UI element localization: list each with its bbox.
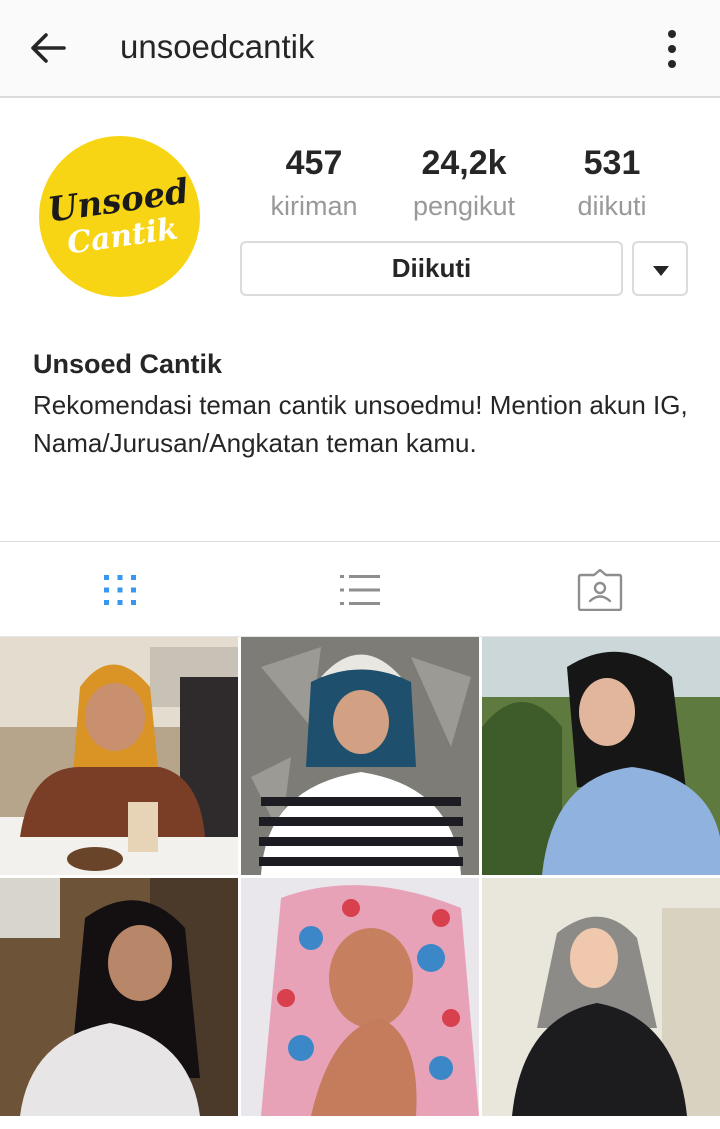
followers-count-value: 24,2k — [421, 144, 507, 182]
post-thumbnail[interactable] — [482, 637, 720, 875]
list-icon — [340, 574, 380, 605]
posts-count-label: kiriman — [270, 191, 358, 221]
tab-grid[interactable] — [0, 542, 240, 637]
followers-count-label: pengikut — [412, 191, 516, 221]
posts-count[interactable]: 457 kiriman — [239, 143, 389, 223]
post-photo-6 — [482, 878, 720, 1116]
post-photo-1 — [0, 637, 238, 875]
post-thumbnail[interactable] — [241, 878, 479, 1116]
avatar[interactable]: Unsoed Cantik — [39, 136, 200, 297]
avatar-logo: Unsoed Cantik — [39, 136, 200, 297]
tagged-person-icon — [577, 568, 623, 611]
more-options-button[interactable] — [650, 26, 694, 72]
following-count-label: diikuti — [577, 191, 647, 221]
post-thumbnail[interactable] — [241, 637, 479, 875]
posts-grid — [0, 637, 720, 1129]
suggestions-dropdown-button[interactable] — [632, 241, 688, 296]
caret-down-icon — [653, 266, 669, 276]
more-vertical-icon — [668, 30, 676, 68]
post-photo-4 — [0, 878, 238, 1116]
post-thumbnail[interactable] — [0, 878, 238, 1116]
top-bar: unsoedcantik — [0, 0, 720, 98]
post-thumbnail[interactable] — [0, 637, 238, 875]
followers-count[interactable]: 24,2k pengikut — [389, 143, 539, 223]
profile-tabs — [0, 541, 720, 637]
post-photo-5 — [241, 878, 479, 1116]
tab-list[interactable] — [240, 542, 480, 637]
post-photo-2 — [241, 637, 479, 875]
back-button[interactable] — [26, 26, 70, 70]
profile-username: unsoedcantik — [120, 28, 315, 65]
arrow-left-icon — [31, 33, 66, 63]
profile-bio: Rekomendasi teman cantik unsoedmu! Menti… — [33, 390, 688, 458]
post-photo-3 — [482, 637, 720, 875]
profile-full-name: Unsoed Cantik — [33, 349, 223, 379]
posts-count-value: 457 — [285, 144, 343, 182]
following-button[interactable]: Diikuti — [240, 241, 623, 296]
tab-tagged[interactable] — [480, 542, 720, 637]
following-count-value: 531 — [583, 144, 641, 182]
following-count[interactable]: 531 diikuti — [537, 143, 687, 223]
grid-icon — [104, 574, 136, 605]
post-thumbnail[interactable] — [482, 878, 720, 1116]
